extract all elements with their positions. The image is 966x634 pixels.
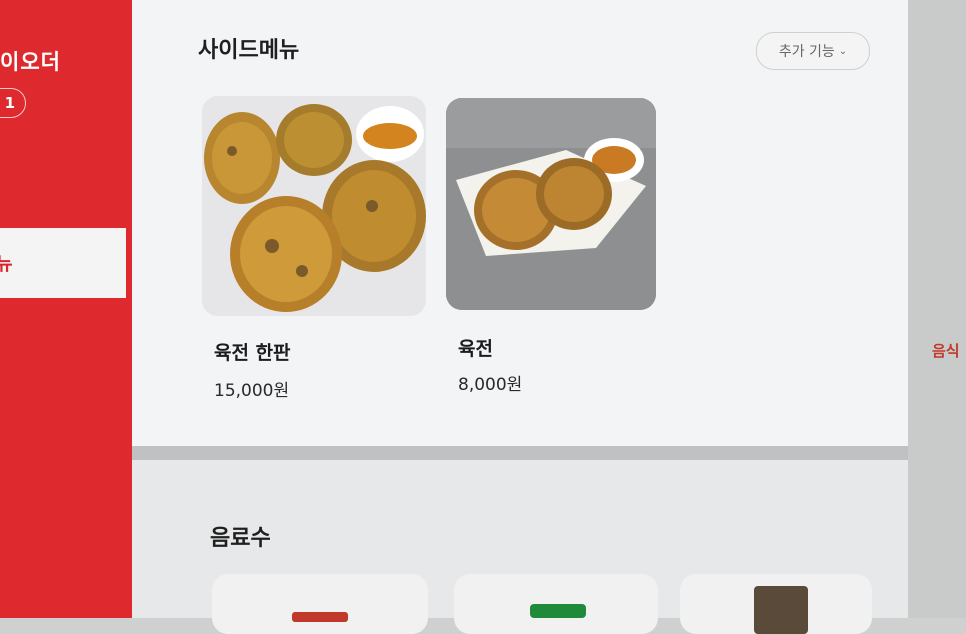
sidebar-item-label: 뉴 — [0, 254, 13, 275]
food-image[interactable] — [202, 96, 426, 316]
food-image[interactable] — [446, 98, 656, 310]
menu-item-price: 8,000원 — [458, 375, 523, 395]
edge-label: 음식 — [932, 342, 960, 360]
right-edge-panel: 음식 — [908, 0, 966, 618]
drink-can-top — [292, 612, 348, 622]
more-features-label: 추가 기능 — [778, 44, 835, 60]
pancake-plate-image — [446, 98, 656, 310]
section-divider — [132, 446, 908, 460]
menu-item-price: 15,000원 — [214, 381, 290, 401]
main-content: 사이드메뉴 추가 기능 ⌄ 육전 한판 15,000원 육전 8,000원 음료… — [132, 0, 908, 634]
drink-can — [754, 586, 808, 634]
sidebar: 이오더 1 뉴 — [0, 0, 132, 618]
drink-card[interactable] — [454, 574, 658, 634]
section-title-side-menu: 사이드메뉴 — [198, 38, 300, 63]
pancake-plate-image — [202, 96, 426, 316]
menu-item-name: 육전 한판 — [214, 342, 291, 364]
sidebar-item-menu[interactable]: 뉴 — [0, 228, 126, 298]
drink-bottle-top — [530, 604, 586, 618]
menu-item-name: 육전 — [458, 338, 493, 360]
table-number-badge: 1 — [0, 88, 26, 118]
side-menu-panel: 사이드메뉴 추가 기능 ⌄ 육전 한판 15,000원 육전 8,000원 — [132, 0, 908, 460]
drink-card[interactable] — [680, 574, 872, 634]
chevron-down-icon: ⌄ — [838, 45, 848, 57]
brand-logo-text: 이오더 — [0, 50, 61, 74]
drink-card[interactable] — [212, 574, 428, 634]
section-title-drinks: 음료수 — [210, 526, 271, 551]
more-features-button[interactable]: 추가 기능 ⌄ — [756, 32, 870, 70]
